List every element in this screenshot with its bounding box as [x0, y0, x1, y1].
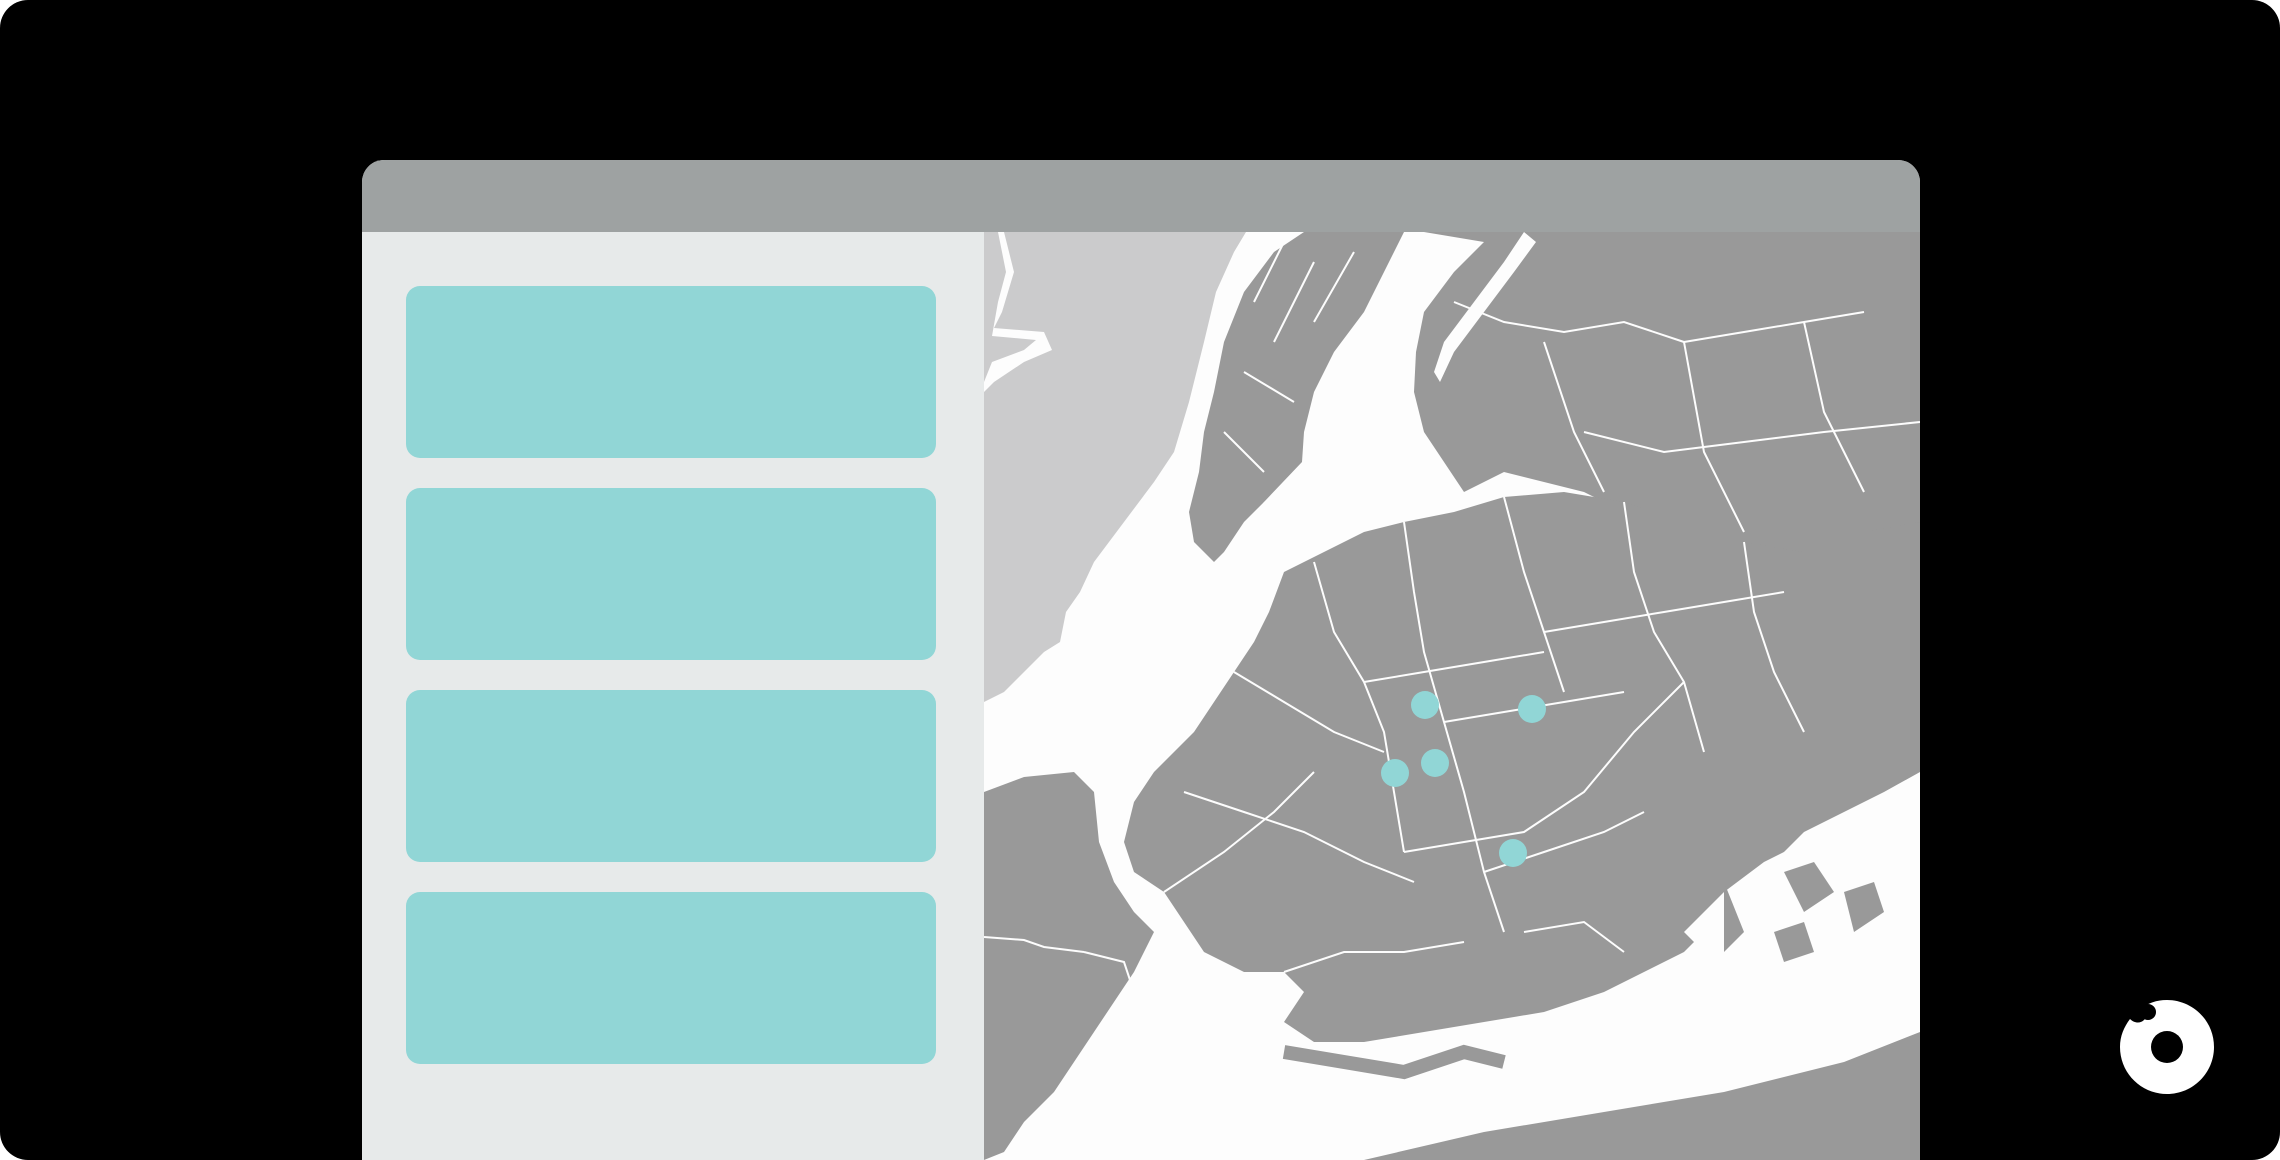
- map-marker-3: [1421, 749, 1449, 777]
- result-card-2[interactable]: [406, 488, 936, 660]
- sidebar-panel: [362, 232, 984, 1160]
- map-marker-2: [1518, 695, 1546, 723]
- screen-background: [0, 0, 2280, 1160]
- result-card-3[interactable]: [406, 690, 936, 862]
- map-marker-5: [1499, 839, 1527, 867]
- brand-logo-icon: [2118, 998, 2216, 1096]
- map-marker-4: [1381, 759, 1409, 787]
- result-card-4[interactable]: [406, 892, 936, 1064]
- map-canvas[interactable]: [984, 232, 1920, 1160]
- window-titlebar: [362, 160, 1920, 232]
- map-view[interactable]: [984, 232, 1920, 1160]
- result-card-1[interactable]: [406, 286, 936, 458]
- app-window: [362, 160, 1920, 1160]
- map-marker-1: [1411, 691, 1439, 719]
